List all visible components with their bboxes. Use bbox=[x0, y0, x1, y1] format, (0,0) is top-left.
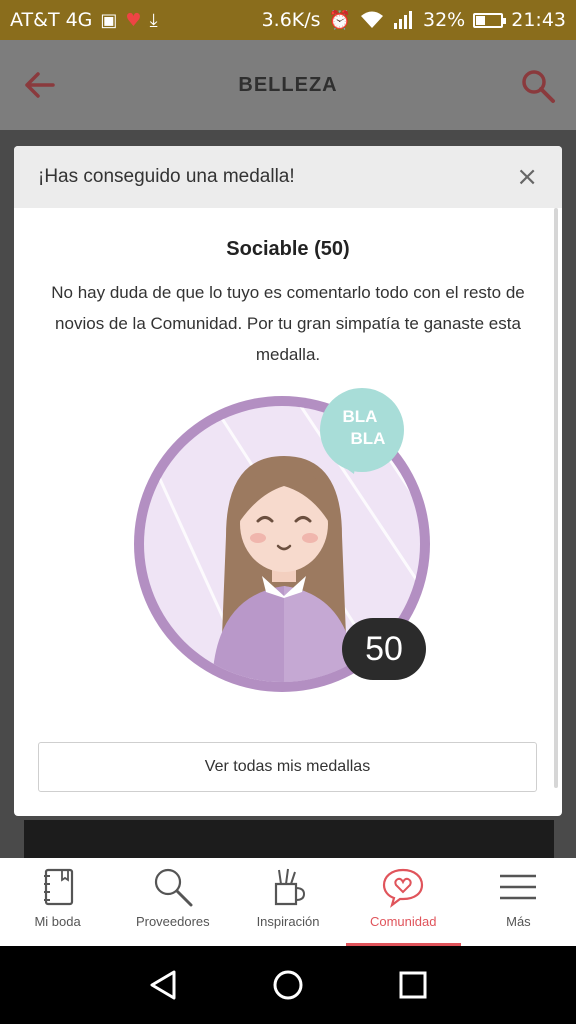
nav-mas[interactable]: Más bbox=[461, 858, 576, 946]
wifi-icon bbox=[361, 11, 383, 28]
battery-percent: 32% bbox=[423, 9, 466, 31]
heart-notification-icon: ♥ bbox=[125, 9, 142, 31]
medal-illustration: BLA BLA 50 bbox=[134, 388, 430, 692]
download-icon: ⤓ bbox=[149, 9, 158, 31]
nav-label-comunidad: Comunidad bbox=[369, 914, 437, 929]
badge-number: 50 bbox=[365, 630, 403, 668]
signal-icon bbox=[394, 11, 412, 29]
heart-chat-icon bbox=[383, 868, 424, 908]
dialog-header: ¡Has conseguido una medalla! × bbox=[14, 146, 562, 208]
back-arrow-icon[interactable] bbox=[22, 70, 56, 100]
medal-dialog: ¡Has conseguido una medalla! × Sociable … bbox=[14, 146, 562, 816]
network-speed: 3.6K/s bbox=[261, 9, 321, 31]
recents-square-icon[interactable] bbox=[396, 968, 430, 1002]
status-bar: AT&T 4G ▣ ♥ ⤓ 3.6K/s ⏰ 32% 21:43 bbox=[0, 0, 576, 40]
bubble-text-1: BLA bbox=[343, 407, 378, 426]
hamburger-menu-icon bbox=[500, 874, 537, 900]
alarm-icon: ⏰ bbox=[328, 9, 351, 31]
search-icon[interactable] bbox=[520, 68, 556, 104]
medal-name: Sociable (50) bbox=[226, 238, 350, 260]
dialog-title: ¡Has conseguido una medalla! bbox=[38, 166, 295, 187]
back-triangle-icon[interactable] bbox=[146, 968, 180, 1002]
nav-mi-boda[interactable]: Mi boda bbox=[0, 858, 115, 946]
background-photo bbox=[24, 820, 554, 858]
bubble-text-2: BLA bbox=[351, 429, 386, 448]
nav-label-proveedores: Proveedores bbox=[135, 914, 210, 929]
carrier-label: AT&T 4G bbox=[10, 9, 93, 31]
nav-label-mi-boda: Mi boda bbox=[34, 914, 81, 929]
clock: 21:43 bbox=[511, 9, 566, 31]
dialog-scrollbar[interactable] bbox=[554, 208, 558, 788]
nav-comunidad[interactable]: Comunidad bbox=[345, 858, 462, 946]
sim-icon: ▣ bbox=[100, 9, 118, 31]
nav-inspiracion[interactable]: Inspiración bbox=[230, 858, 345, 946]
nav-proveedores[interactable]: Proveedores bbox=[115, 858, 230, 946]
battery-icon bbox=[473, 12, 507, 28]
system-navigation-bar bbox=[0, 946, 576, 1024]
app-header: BELLEZA bbox=[0, 40, 576, 130]
pencil-cup-icon bbox=[274, 868, 306, 906]
nav-label-inspiracion: Inspiración bbox=[256, 914, 320, 929]
battery-fill bbox=[476, 15, 485, 25]
magnifier-icon bbox=[154, 868, 193, 907]
notebook-icon bbox=[43, 868, 73, 906]
bottom-navigation: Mi boda Proveedores Inspiración Comunida… bbox=[0, 858, 576, 946]
medal-description: No hay duda de que lo tuyo es comentarlo… bbox=[51, 283, 525, 364]
page-title: BELLEZA bbox=[238, 73, 338, 96]
home-circle-icon[interactable] bbox=[271, 968, 305, 1002]
view-all-medals-button[interactable]: Ver todas mis medallas bbox=[38, 742, 537, 792]
medal-count-badge: 50 bbox=[342, 618, 426, 680]
close-icon[interactable]: × bbox=[516, 162, 538, 192]
nav-label-mas: Más bbox=[506, 914, 531, 929]
